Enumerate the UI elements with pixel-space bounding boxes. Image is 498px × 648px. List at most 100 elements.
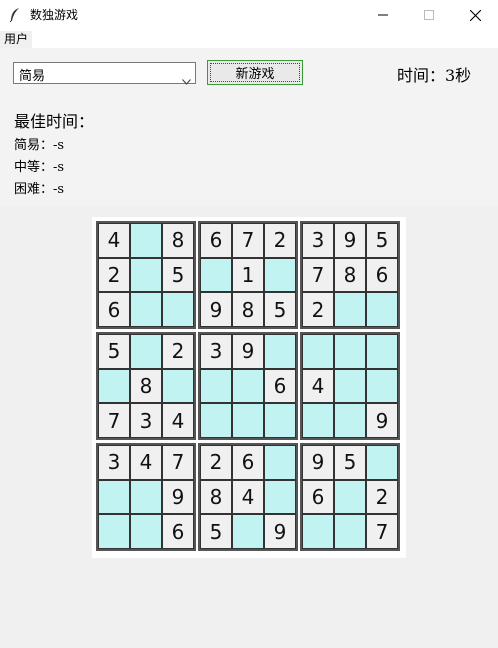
sudoku-cell-given: 8 xyxy=(162,223,194,258)
sudoku-cell-empty[interactable] xyxy=(162,368,194,404)
sudoku-cell-empty[interactable] xyxy=(98,479,130,515)
sudoku-cell-given: 5 xyxy=(162,257,194,293)
sudoku-cell-empty[interactable] xyxy=(130,292,162,327)
sudoku-cell-given: 7 xyxy=(162,445,194,480)
sudoku-cell-given: 9 xyxy=(366,403,398,438)
sudoku-cell-given: 4 xyxy=(232,479,264,515)
sudoku-cell-empty[interactable] xyxy=(366,368,398,404)
sudoku-cell-empty[interactable] xyxy=(162,292,194,327)
sudoku-cell-empty[interactable] xyxy=(334,368,366,404)
sudoku-cell-given: 6 xyxy=(98,292,130,327)
close-button[interactable] xyxy=(452,0,498,30)
sudoku-block: 95627 xyxy=(300,443,400,551)
control-panel: 简易 新游戏 时间：3秒 最佳时间： 简易：-s 中等：-s 困难：-s xyxy=(0,48,498,206)
sudoku-board: 4825667219853957862528734396493479626845… xyxy=(92,217,406,558)
sudoku-cell-empty[interactable] xyxy=(200,257,232,293)
sudoku-cell-given: 9 xyxy=(334,223,366,258)
elapsed-time: 时间：3秒 xyxy=(397,66,472,85)
window-title: 数独游戏 xyxy=(30,8,79,22)
sudoku-cell-empty[interactable] xyxy=(334,479,366,515)
sudoku-cell-given: 1 xyxy=(232,257,264,293)
sudoku-cell-given: 2 xyxy=(162,334,194,369)
sudoku-cell-empty[interactable] xyxy=(98,514,130,549)
sudoku-cell-empty[interactable] xyxy=(264,479,296,515)
sudoku-cell-given: 9 xyxy=(302,445,334,480)
chevron-down-icon xyxy=(182,70,191,89)
sudoku-cell-given: 9 xyxy=(200,292,232,327)
sudoku-cell-empty[interactable] xyxy=(232,368,264,404)
sudoku-cell-given: 4 xyxy=(162,403,194,438)
title-bar: 数独游戏 xyxy=(0,0,498,30)
sudoku-cell-given: 7 xyxy=(232,223,264,258)
sudoku-cell-given: 8 xyxy=(334,257,366,293)
minimize-button[interactable] xyxy=(360,0,406,30)
sudoku-cell-empty[interactable] xyxy=(302,514,334,549)
sudoku-cell-given: 6 xyxy=(200,223,232,258)
sudoku-cell-given: 6 xyxy=(302,479,334,515)
sudoku-cell-empty[interactable] xyxy=(130,257,162,293)
difficulty-select[interactable]: 简易 xyxy=(13,62,196,85)
sudoku-cell-given: 2 xyxy=(264,223,296,258)
sudoku-cell-empty[interactable] xyxy=(130,479,162,515)
sudoku-block: 48256 xyxy=(96,221,196,329)
sudoku-cell-given: 4 xyxy=(130,445,162,480)
sudoku-cell-given: 3 xyxy=(130,403,162,438)
sudoku-cell-empty[interactable] xyxy=(130,223,162,258)
sudoku-cell-empty[interactable] xyxy=(130,334,162,369)
sudoku-cell-given: 2 xyxy=(366,479,398,515)
sudoku-cell-given: 8 xyxy=(232,292,264,327)
best-time-medium: 中等：-s xyxy=(14,160,65,175)
sudoku-block: 34796 xyxy=(96,443,196,551)
sudoku-cell-empty[interactable] xyxy=(200,368,232,404)
sudoku-cell-empty[interactable] xyxy=(264,403,296,438)
sudoku-cell-given: 7 xyxy=(366,514,398,549)
best-time-hard: 困难：-s xyxy=(14,182,65,197)
sudoku-cell-empty[interactable] xyxy=(366,292,398,327)
sudoku-cell-empty[interactable] xyxy=(366,334,398,369)
sudoku-block: 3957862 xyxy=(300,221,400,329)
maximize-button[interactable] xyxy=(406,0,452,30)
sudoku-cell-empty[interactable] xyxy=(366,445,398,480)
sudoku-cell-empty[interactable] xyxy=(98,368,130,404)
sudoku-cell-empty[interactable] xyxy=(264,257,296,293)
sudoku-cell-given: 5 xyxy=(200,514,232,549)
sudoku-cell-given: 6 xyxy=(264,368,296,404)
sudoku-cell-empty[interactable] xyxy=(232,514,264,549)
sudoku-cell-empty[interactable] xyxy=(334,292,366,327)
sudoku-cell-empty[interactable] xyxy=(232,403,264,438)
sudoku-cell-empty[interactable] xyxy=(264,334,296,369)
sudoku-cell-given: 2 xyxy=(302,292,334,327)
sudoku-cell-given: 5 xyxy=(366,223,398,258)
sudoku-cell-empty[interactable] xyxy=(334,334,366,369)
sudoku-cell-given: 9 xyxy=(232,334,264,369)
sudoku-cell-empty[interactable] xyxy=(302,334,334,369)
sudoku-cell-empty[interactable] xyxy=(334,403,366,438)
sudoku-cell-given: 4 xyxy=(302,368,334,404)
sudoku-cell-empty[interactable] xyxy=(130,514,162,549)
sudoku-cell-given: 7 xyxy=(98,403,130,438)
sudoku-cell-empty[interactable] xyxy=(200,403,232,438)
sudoku-cell-given: 2 xyxy=(98,257,130,293)
menu-user[interactable]: 用户 xyxy=(0,31,33,48)
sudoku-cell-given: 2 xyxy=(200,445,232,480)
sudoku-cell-empty[interactable] xyxy=(264,445,296,480)
sudoku-block: 528734 xyxy=(96,332,196,440)
sudoku-cell-given: 3 xyxy=(98,445,130,480)
sudoku-cell-empty[interactable] xyxy=(334,514,366,549)
sudoku-cell-given: 8 xyxy=(200,479,232,515)
sudoku-block: 49 xyxy=(300,332,400,440)
sudoku-cell-given: 7 xyxy=(302,257,334,293)
difficulty-value: 简易 xyxy=(19,69,46,84)
best-time-title: 最佳时间： xyxy=(14,112,95,131)
feather-icon xyxy=(9,7,21,23)
sudoku-cell-given: 6 xyxy=(366,257,398,293)
sudoku-cell-given: 9 xyxy=(162,479,194,515)
sudoku-cell-given: 3 xyxy=(200,334,232,369)
sudoku-cell-given: 4 xyxy=(98,223,130,258)
sudoku-cell-empty[interactable] xyxy=(302,403,334,438)
new-game-button[interactable]: 新游戏 xyxy=(207,60,303,85)
sudoku-block: 396 xyxy=(198,332,298,440)
sudoku-cell-given: 9 xyxy=(264,514,296,549)
best-time-easy: 简易：-s xyxy=(14,138,65,153)
sudoku-cell-given: 8 xyxy=(130,368,162,404)
